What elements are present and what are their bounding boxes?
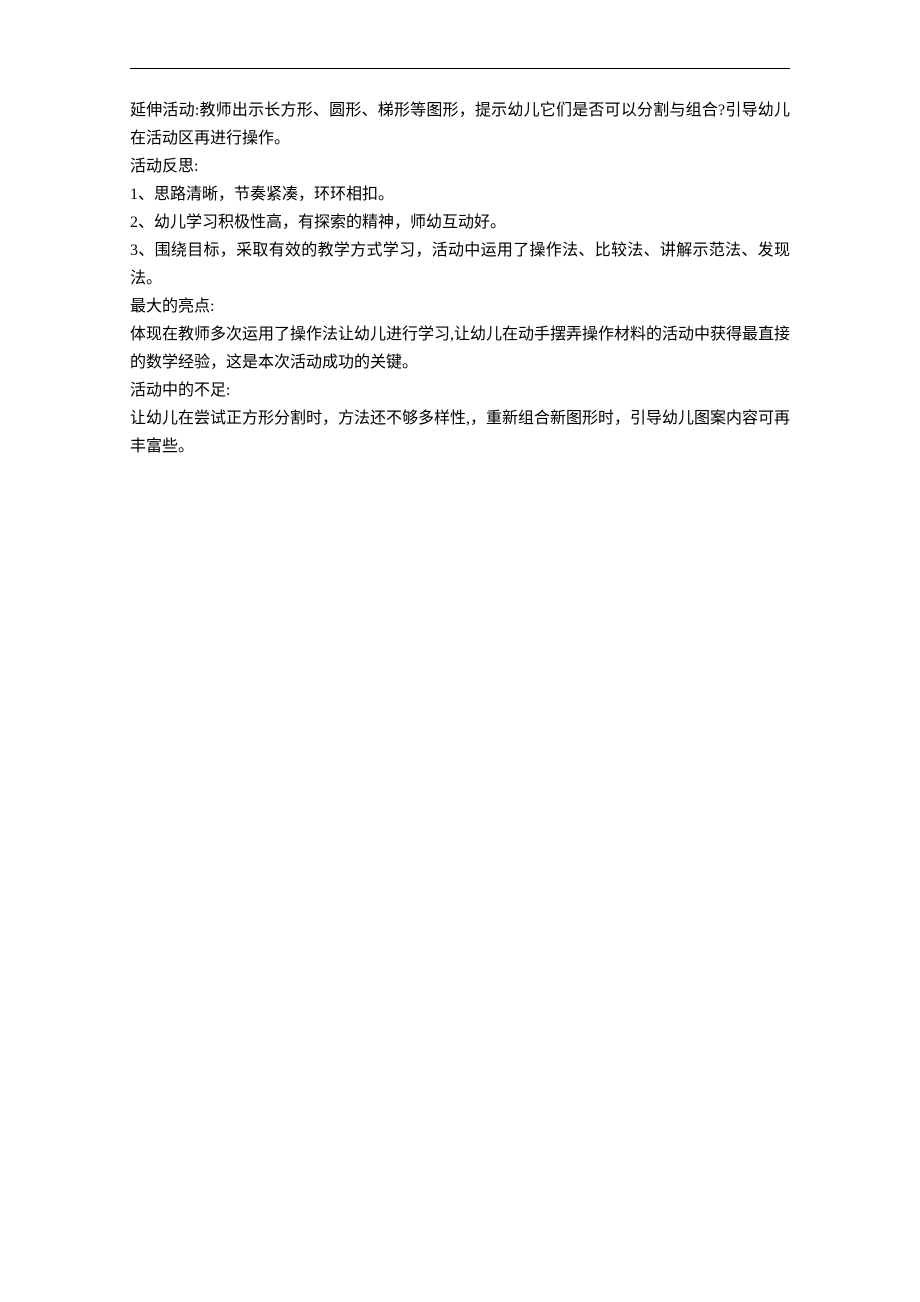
heading-highlight: 最大的亮点: bbox=[130, 293, 790, 321]
page-divider bbox=[130, 68, 790, 69]
document-content: 延伸活动:教师出示长方形、圆形、梯形等图形，提示幼儿它们是否可以分割与组合?引导… bbox=[130, 97, 790, 461]
reflection-item-2: 2、幼儿学习积极性高，有探索的精神，师幼互动好。 bbox=[130, 209, 790, 237]
heading-shortcoming: 活动中的不足: bbox=[130, 377, 790, 405]
paragraph-highlight: 体现在教师多次运用了操作法让幼儿进行学习,让幼儿在动手摆弄操作材料的活动中获得最… bbox=[130, 321, 790, 377]
heading-reflection: 活动反思: bbox=[130, 153, 790, 181]
paragraph-shortcoming: 让幼儿在尝试正方形分割时，方法还不够多样性,，重新组合新图形时，引导幼儿图案内容… bbox=[130, 405, 790, 461]
reflection-item-3: 3、围绕目标，采取有效的教学方式学习，活动中运用了操作法、比较法、讲解示范法、发… bbox=[130, 237, 790, 293]
reflection-item-1: 1、思路清晰，节奏紧凑，环环相扣。 bbox=[130, 181, 790, 209]
paragraph-extension-activity: 延伸活动:教师出示长方形、圆形、梯形等图形，提示幼儿它们是否可以分割与组合?引导… bbox=[130, 97, 790, 153]
